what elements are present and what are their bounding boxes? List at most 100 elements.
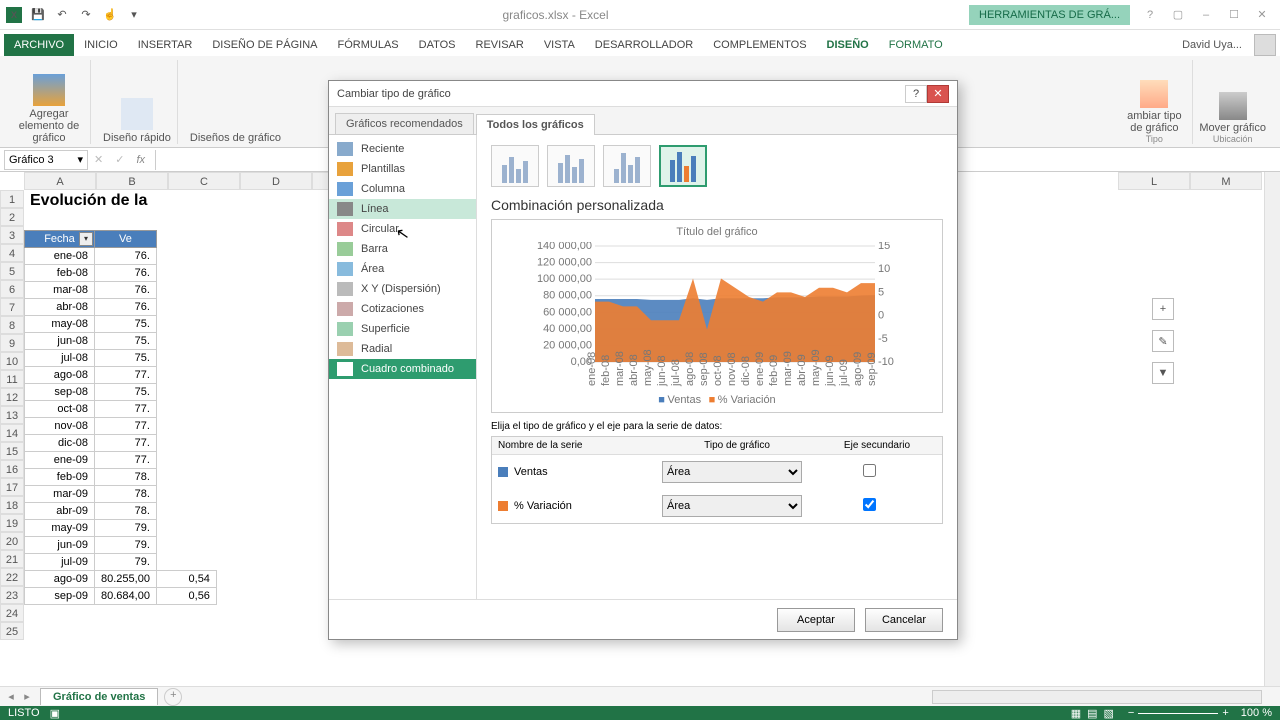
add-sheet-icon[interactable]: + — [164, 688, 182, 706]
filter-icon[interactable]: ▾ — [79, 232, 93, 246]
tab-datos[interactable]: DATOS — [409, 34, 466, 56]
subtype-4-selected[interactable] — [659, 145, 707, 187]
tab-revisar[interactable]: REVISAR — [466, 34, 534, 56]
quick-layout-icon — [121, 98, 153, 130]
user-name[interactable]: David Uya... — [1174, 34, 1250, 56]
group-move-chart[interactable]: Mover gráfico Ubicación — [1193, 60, 1272, 144]
macro-record-icon[interactable]: ▣ — [50, 707, 60, 720]
tab-vista[interactable]: VISTA — [534, 34, 585, 56]
subtype-2[interactable] — [547, 145, 595, 187]
cat-radial[interactable]: Radial — [329, 339, 476, 359]
tab-complementos[interactable]: COMPLEMENTOS — [703, 34, 816, 56]
tab-recommended[interactable]: Gráficos recomendados — [335, 113, 474, 134]
maximize-icon[interactable]: ☐ — [1222, 5, 1246, 25]
svg-text:ene-08: ene-08 — [586, 352, 598, 386]
cat-dispersion[interactable]: X Y (Dispersión) — [329, 279, 476, 299]
tab-formato[interactable]: FORMATO — [879, 34, 953, 56]
excel-icon: X — [6, 7, 22, 23]
cat-combinado[interactable]: Cuadro combinado — [329, 359, 476, 379]
chevron-down-icon[interactable]: ▾ — [77, 153, 83, 166]
zoom-slider[interactable] — [1138, 713, 1218, 714]
cat-area[interactable]: Área — [329, 259, 476, 279]
svg-text:mar-09: mar-09 — [782, 351, 794, 386]
close-icon[interactable]: ✕ — [1250, 5, 1274, 25]
tab-diseno-pagina[interactable]: DISEÑO DE PÁGINA — [202, 34, 327, 56]
group-change-type[interactable]: ambiar tipo de gráfico Tipo — [1116, 60, 1193, 144]
undo-icon[interactable]: ↶ — [54, 7, 70, 23]
ok-button[interactable]: Aceptar — [777, 608, 855, 632]
cat-plantillas[interactable]: Plantillas — [329, 159, 476, 179]
cancel-button[interactable]: Cancelar — [865, 608, 943, 632]
data-table[interactable]: Fecha▾ Ve ene-0876.feb-0876.mar-0876.abr… — [24, 230, 217, 605]
cat-cotizaciones[interactable]: Cotizaciones — [329, 299, 476, 319]
tab-diseno[interactable]: DISEÑO — [817, 34, 879, 56]
row-headers[interactable]: 1234567891011121314151617181920212223242… — [0, 190, 24, 640]
view-normal-icon[interactable]: ▦ — [1071, 707, 1081, 720]
tab-desarrollador[interactable]: DESARROLLADOR — [585, 34, 703, 56]
svg-text:20 000,00: 20 000,00 — [543, 339, 592, 351]
svg-text:jun-08: jun-08 — [656, 355, 668, 387]
tab-insertar[interactable]: INSERTAR — [128, 34, 203, 56]
chart-plus-icon[interactable]: + — [1152, 298, 1174, 320]
view-break-icon[interactable]: ▧ — [1104, 707, 1114, 720]
zoom-out-icon[interactable]: − — [1128, 707, 1134, 719]
series1-secondary-axis[interactable] — [863, 464, 876, 477]
svg-text:sep-09: sep-09 — [866, 352, 878, 386]
group-quick-layout[interactable]: Diseño rápido — [97, 60, 178, 144]
svg-text:-5: -5 — [878, 333, 888, 345]
chart-preview: Título del gráfico 0,0020 000,0040 000,0… — [491, 219, 943, 413]
cat-reciente[interactable]: Reciente — [329, 139, 476, 159]
sheet-title-cell[interactable]: Evolución de la — [30, 192, 147, 210]
svg-text:40 000,00: 40 000,00 — [543, 323, 592, 335]
tab-all-charts[interactable]: Todos los gráficos — [476, 114, 595, 135]
cat-superficie[interactable]: Superficie — [329, 319, 476, 339]
series2-secondary-axis[interactable] — [863, 498, 876, 511]
tab-inicio[interactable]: INICIO — [74, 34, 128, 56]
dialog-help-icon[interactable]: ? — [905, 85, 927, 103]
minimize-icon[interactable]: – — [1194, 5, 1218, 25]
fx-icon[interactable]: fx — [130, 154, 151, 166]
touch-icon[interactable]: ☝ — [102, 7, 118, 23]
chart-brush-icon[interactable]: ✎ — [1152, 330, 1174, 352]
zoom-in-icon[interactable]: + — [1222, 707, 1228, 719]
name-box[interactable]: Gráfico 3▾ — [4, 150, 88, 170]
group-layouts-label: Diseños de gráfico — [184, 60, 287, 144]
redo-icon[interactable]: ↷ — [78, 7, 94, 23]
preview-legend: ■ Ventas ■ % Variación — [498, 394, 936, 406]
cat-columna[interactable]: Columna — [329, 179, 476, 199]
cat-linea[interactable]: Línea — [329, 199, 476, 219]
group-add-element[interactable]: Agregar elemento de gráfico — [8, 60, 91, 144]
dialog-title: Cambiar tipo de gráfico — [337, 88, 451, 100]
enter-fx-icon[interactable]: ✓ — [109, 153, 130, 166]
column-headers-right[interactable]: LM — [1118, 172, 1262, 190]
svg-text:jul-09: jul-09 — [838, 359, 850, 387]
save-icon[interactable]: 💾 — [30, 7, 46, 23]
svg-text:10: 10 — [878, 263, 890, 275]
svg-text:feb-09: feb-09 — [768, 355, 780, 386]
zoom-value[interactable]: 100 % — [1241, 707, 1272, 719]
view-layout-icon[interactable]: ▤ — [1087, 707, 1097, 720]
series-instruction: Elija el tipo de gráfico y el eje para l… — [491, 421, 943, 432]
subtype-3[interactable] — [603, 145, 651, 187]
series1-type-select[interactable]: Área — [662, 461, 802, 483]
cancel-fx-icon[interactable]: ✕ — [88, 153, 109, 166]
sheet-tab-active[interactable]: Gráfico de ventas — [40, 688, 158, 705]
qat-dropdown-icon[interactable]: ▾ — [126, 7, 142, 23]
dialog-close-icon[interactable]: ✕ — [927, 85, 949, 103]
help-icon[interactable]: ? — [1138, 5, 1162, 25]
sheet-prev-icon[interactable]: ▸ — [20, 690, 34, 703]
avatar[interactable] — [1254, 34, 1276, 56]
dialog-title-bar[interactable]: Cambiar tipo de gráfico ? ✕ — [329, 81, 957, 107]
tab-archivo[interactable]: ARCHIVO — [4, 34, 74, 56]
vertical-scrollbar[interactable] — [1264, 172, 1280, 690]
svg-text:80 000,00: 80 000,00 — [543, 290, 592, 302]
chart-filter-icon[interactable]: ▼ — [1152, 362, 1174, 384]
horizontal-scrollbar[interactable] — [932, 690, 1262, 704]
ribbon-collapse-icon[interactable]: ▢ — [1166, 5, 1190, 25]
sheet-first-icon[interactable]: ◂ — [4, 690, 18, 703]
svg-text:-10: -10 — [878, 356, 894, 368]
svg-text:sep-08: sep-08 — [698, 352, 710, 386]
series2-type-select[interactable]: Área — [662, 495, 802, 517]
subtype-1[interactable] — [491, 145, 539, 187]
tab-formulas[interactable]: FÓRMULAS — [328, 34, 409, 56]
